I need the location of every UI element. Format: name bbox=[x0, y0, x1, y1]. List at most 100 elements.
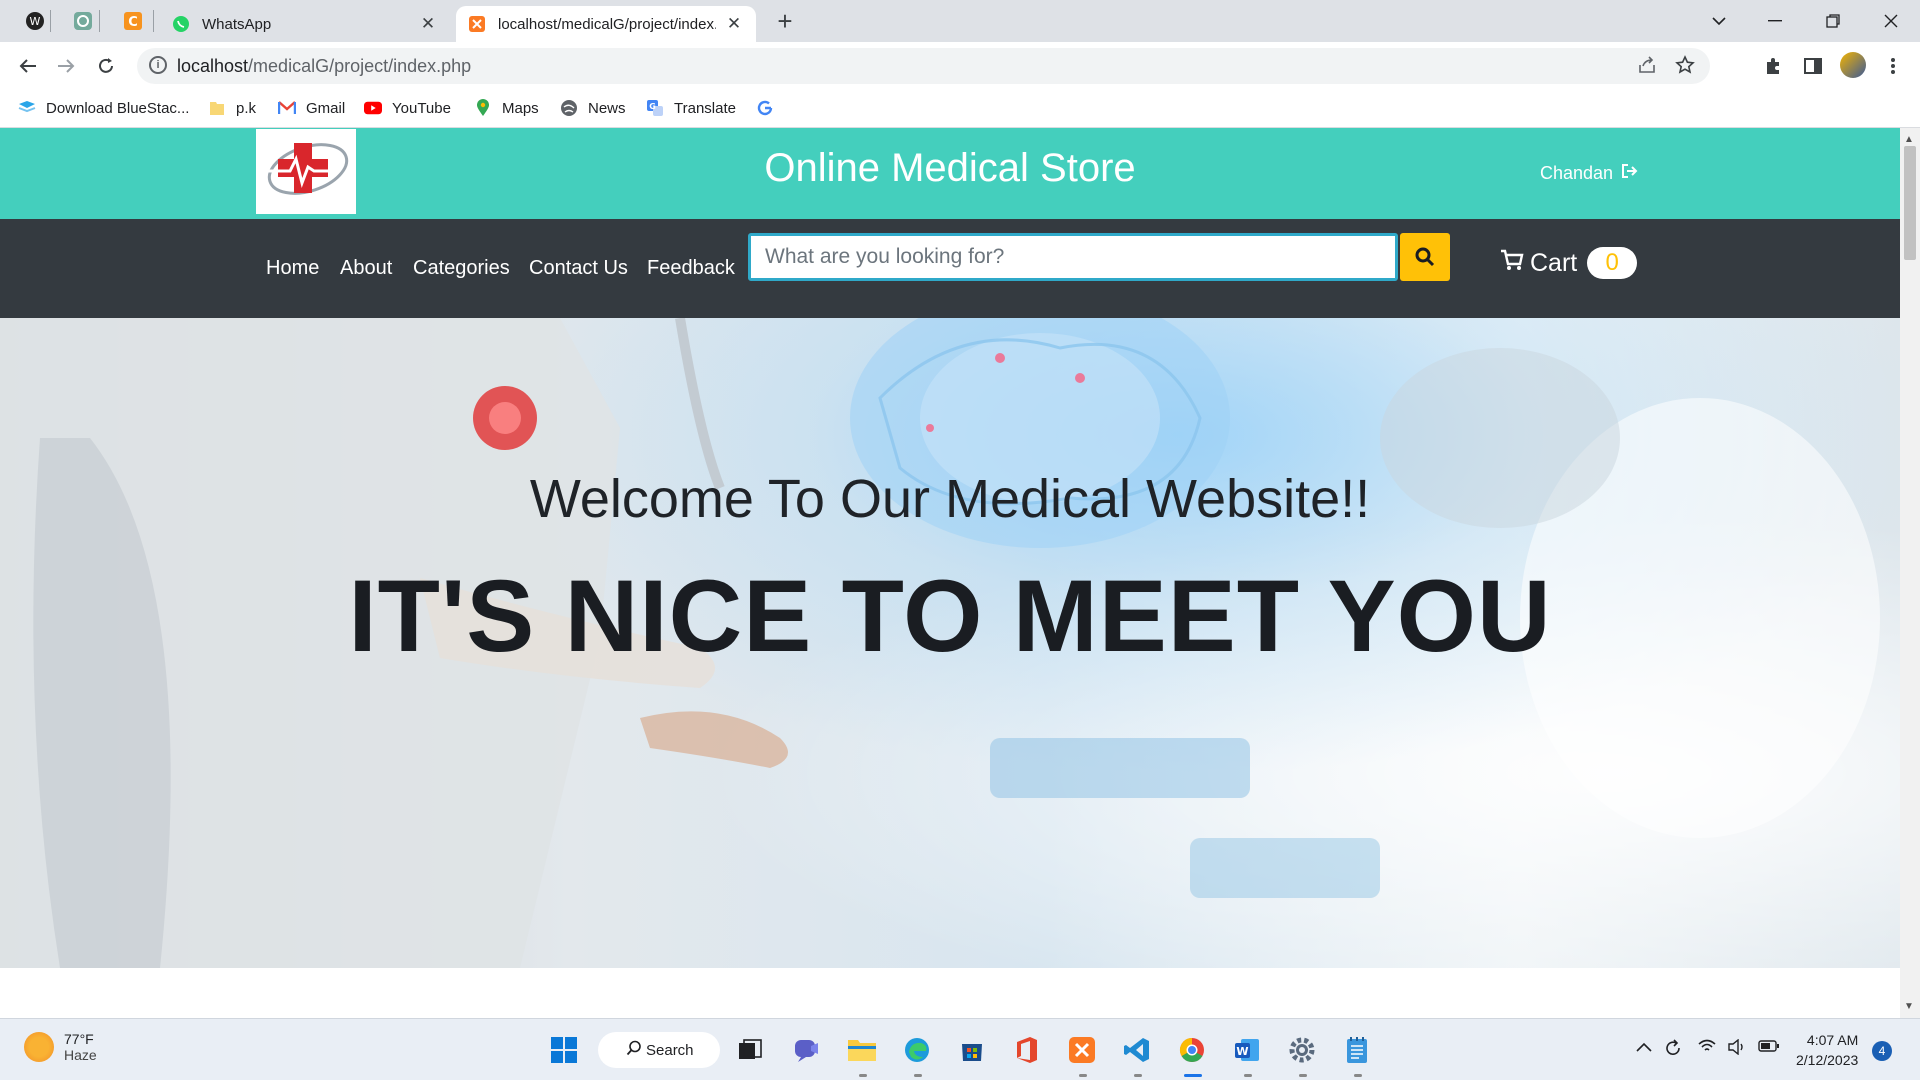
bookmarks-bar: Download BlueStac... p.k Gmail YouTube M… bbox=[0, 90, 1920, 128]
nav-categories[interactable]: Categories bbox=[413, 257, 510, 280]
wordpress-tab-icon[interactable]: W bbox=[22, 8, 48, 34]
taskbar-search-button[interactable]: Search bbox=[598, 1032, 720, 1068]
notepad-icon[interactable] bbox=[1340, 1033, 1374, 1067]
vscode-icon[interactable] bbox=[1120, 1033, 1154, 1067]
bookmark-star-icon[interactable] bbox=[1675, 55, 1695, 81]
settings-gear-icon[interactable] bbox=[1285, 1033, 1319, 1067]
edge-icon[interactable] bbox=[900, 1033, 934, 1067]
scroll-thumb[interactable] bbox=[1904, 146, 1916, 260]
chrome-menu-icon[interactable] bbox=[1880, 53, 1906, 79]
maps-icon bbox=[474, 99, 492, 117]
bookmark-label: Gmail bbox=[306, 99, 346, 117]
bookmark-bluestacks[interactable]: Download BlueStac... bbox=[18, 99, 189, 117]
close-tab-icon[interactable]: ✕ bbox=[724, 14, 744, 34]
back-button[interactable] bbox=[12, 50, 44, 82]
nav-contact-us[interactable]: Contact Us bbox=[529, 257, 628, 280]
close-window-button[interactable] bbox=[1868, 4, 1914, 38]
user-account-link[interactable]: Chandan bbox=[1540, 163, 1639, 184]
bookmark-pk-folder[interactable]: p.k bbox=[208, 99, 256, 117]
site-header: Online Medical Store Chandan bbox=[0, 128, 1900, 219]
page-viewport: Online Medical Store Chandan Home About … bbox=[0, 128, 1900, 1018]
tab-whatsapp[interactable]: WhatsApp ✕ bbox=[160, 6, 450, 42]
site-info-icon[interactable]: i bbox=[149, 56, 167, 74]
weather-widget[interactable]: 77°F Haze bbox=[24, 1031, 97, 1063]
battery-icon[interactable] bbox=[1758, 1039, 1780, 1057]
tab-title: WhatsApp bbox=[202, 15, 272, 33]
chrome-icon[interactable] bbox=[1175, 1033, 1209, 1067]
bookmark-label: p.k bbox=[236, 99, 257, 117]
scroll-down-arrow-icon[interactable]: ▼ bbox=[1904, 1001, 1914, 1012]
product-search-box bbox=[748, 233, 1398, 281]
tab-search-chevron-icon[interactable] bbox=[1696, 4, 1742, 38]
bookmark-label: YouTube bbox=[392, 99, 451, 117]
search-button[interactable] bbox=[1400, 233, 1450, 281]
share-icon[interactable] bbox=[1637, 55, 1657, 81]
url-host: localhost bbox=[177, 56, 249, 76]
running-indicator bbox=[1354, 1074, 1362, 1077]
bookmark-maps[interactable]: Maps bbox=[474, 99, 539, 117]
tab-separator bbox=[50, 10, 51, 32]
tab-localhost[interactable]: localhost/medicalG/project/index.php ✕ bbox=[456, 6, 756, 42]
active-app-indicator bbox=[1184, 1074, 1202, 1077]
bookmark-translate[interactable]: G Translate bbox=[646, 99, 736, 117]
profile-avatar[interactable] bbox=[1840, 52, 1866, 78]
page-scrollbar[interactable]: ▲ ▼ bbox=[1900, 128, 1920, 1018]
close-tab-icon[interactable]: ✕ bbox=[418, 14, 438, 34]
svg-text:W: W bbox=[1236, 1045, 1248, 1058]
bookmark-gmail[interactable]: Gmail bbox=[278, 99, 345, 117]
reload-button[interactable] bbox=[90, 50, 122, 82]
svg-text:G: G bbox=[649, 102, 656, 111]
product-search-input[interactable] bbox=[751, 236, 1395, 278]
file-explorer-icon[interactable] bbox=[845, 1033, 879, 1067]
running-indicator bbox=[1079, 1074, 1087, 1077]
nav-about[interactable]: About bbox=[340, 257, 392, 280]
new-tab-button[interactable]: + bbox=[770, 8, 800, 34]
word-icon[interactable]: W bbox=[1230, 1033, 1264, 1067]
main-navbar: Home About Categories Contact Us Feedbac… bbox=[0, 219, 1900, 318]
tab-separator bbox=[153, 10, 154, 32]
running-indicator bbox=[1244, 1074, 1252, 1077]
scroll-up-arrow-icon[interactable]: ▲ bbox=[1904, 134, 1914, 145]
weather-temperature: 77°F bbox=[64, 1031, 94, 1047]
nav-home[interactable]: Home bbox=[266, 257, 319, 280]
sign-out-icon[interactable] bbox=[1621, 163, 1639, 184]
xampp-icon[interactable] bbox=[1065, 1033, 1099, 1067]
c-app-tab-icon[interactable]: C bbox=[120, 8, 146, 34]
translate-icon: G bbox=[646, 99, 664, 117]
sync-icon[interactable] bbox=[1664, 1039, 1682, 1062]
bookmark-google[interactable] bbox=[756, 99, 784, 117]
show-hidden-icons-chevron-icon[interactable] bbox=[1636, 1039, 1652, 1057]
volume-icon[interactable] bbox=[1728, 1038, 1746, 1060]
microsoft-store-icon[interactable] bbox=[955, 1033, 989, 1067]
wifi-icon[interactable] bbox=[1698, 1039, 1716, 1058]
running-indicator bbox=[914, 1074, 922, 1077]
bookmark-news[interactable]: News bbox=[560, 99, 626, 117]
cart-label: Cart bbox=[1530, 248, 1578, 277]
office-icon[interactable] bbox=[1010, 1033, 1044, 1067]
chatgpt-tab-icon[interactable] bbox=[70, 8, 96, 34]
bookmark-label: News bbox=[588, 99, 626, 117]
clock-time: 4:07 AM bbox=[1806, 1032, 1859, 1048]
system-clock[interactable]: 4:07 AM 2/12/2023 bbox=[1796, 1030, 1858, 1070]
address-bar[interactable]: i localhost/medicalG/project/index.php bbox=[137, 48, 1710, 84]
medical-cross-logo[interactable] bbox=[256, 129, 356, 214]
windows-start-icon[interactable] bbox=[547, 1033, 581, 1067]
forward-button[interactable] bbox=[50, 50, 82, 82]
notification-count-badge[interactable]: 4 bbox=[1872, 1041, 1892, 1061]
teams-chat-icon[interactable] bbox=[790, 1033, 824, 1067]
cart-link[interactable]: Cart 0 bbox=[1500, 247, 1638, 279]
youtube-icon bbox=[364, 99, 382, 117]
extensions-puzzle-icon[interactable] bbox=[1760, 53, 1786, 79]
task-view-icon[interactable] bbox=[733, 1033, 767, 1067]
nav-feedback[interactable]: Feedback bbox=[647, 257, 735, 280]
url-text[interactable]: localhost/medicalG/project/index.php bbox=[177, 56, 471, 77]
minimize-button[interactable] bbox=[1752, 4, 1798, 38]
search-icon bbox=[626, 1040, 641, 1056]
hero-tagline: IT'S NICE TO MEET YOU bbox=[348, 559, 1552, 673]
restore-button[interactable] bbox=[1810, 4, 1856, 38]
bookmark-label: Translate bbox=[674, 99, 736, 117]
bookmark-youtube[interactable]: YouTube bbox=[364, 99, 451, 117]
side-panel-icon[interactable] bbox=[1800, 53, 1826, 79]
running-indicator bbox=[1299, 1074, 1307, 1077]
browser-tab-strip: W C WhatsApp ✕ localhost/medicalG/projec… bbox=[0, 0, 1920, 42]
